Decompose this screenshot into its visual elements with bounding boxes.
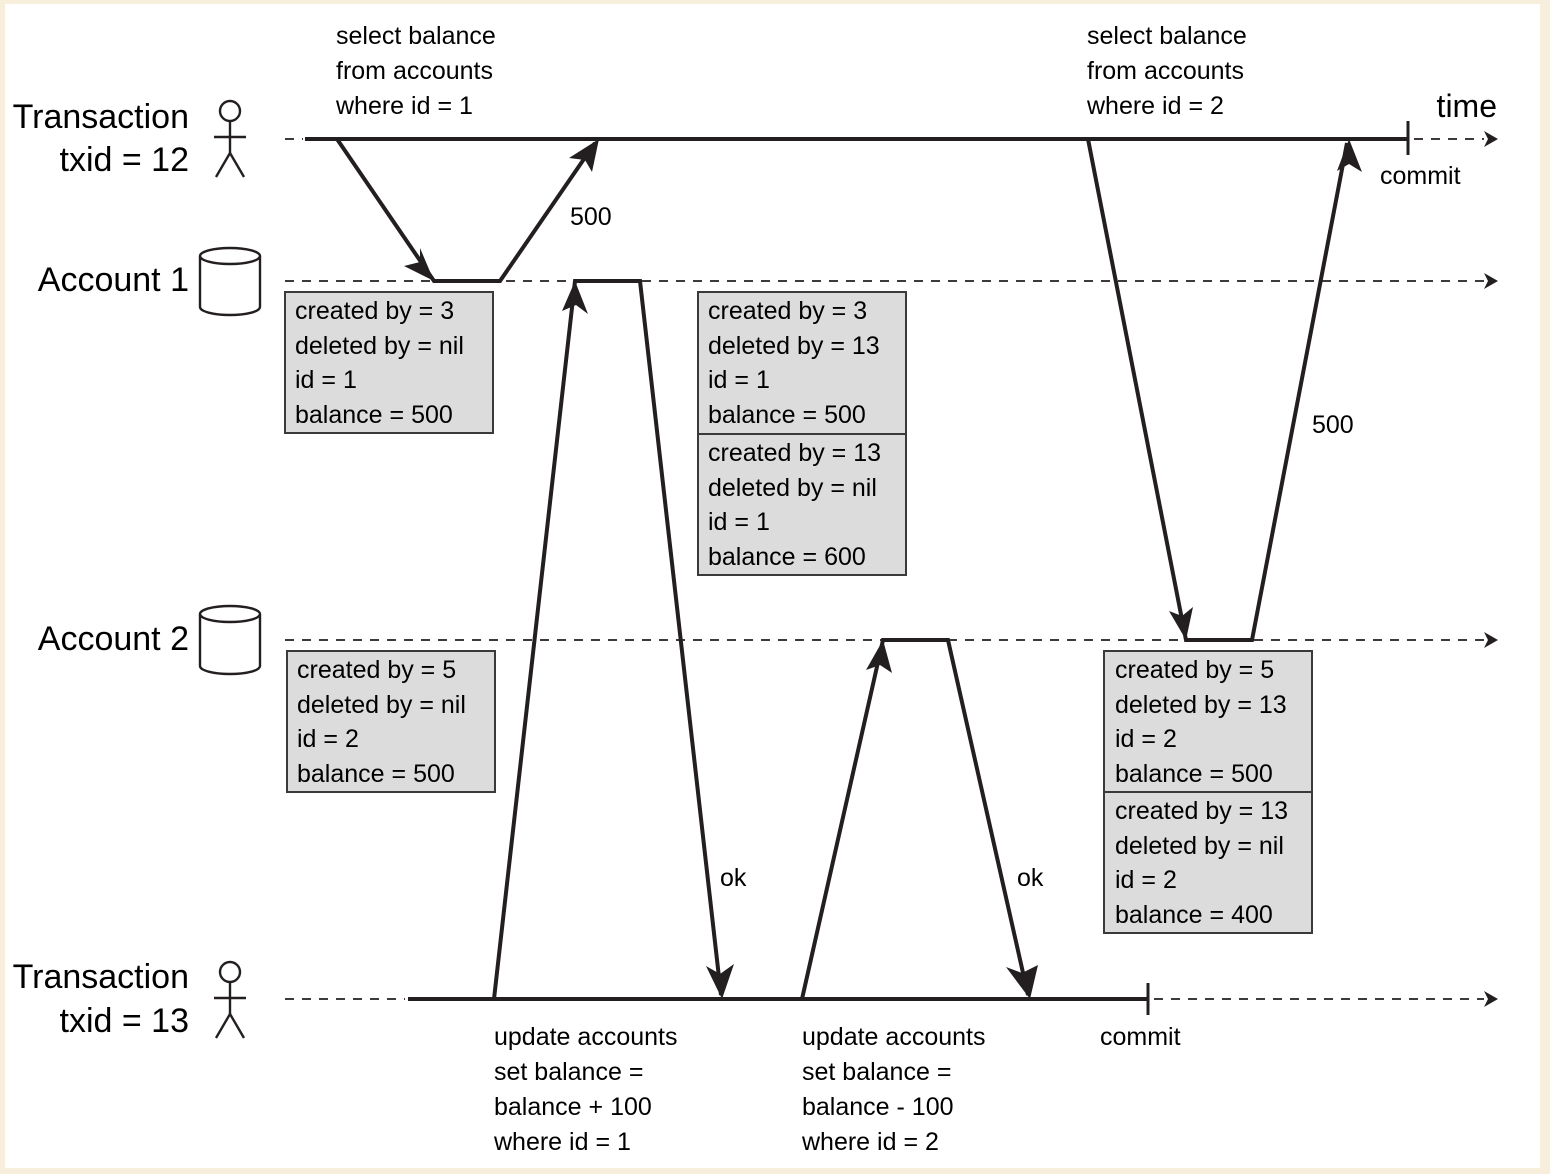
person-icon: [214, 99, 246, 178]
tx12-read-account1-path: [335, 137, 599, 283]
record-box-account1-v3: created by = 13 deleted by = nil id = 1 …: [697, 433, 907, 576]
record-field: created by = 5: [297, 656, 456, 684]
record-field: id = 2: [297, 725, 359, 753]
tx12-read-account2-path: [1086, 138, 1362, 642]
response-label: 500: [1312, 411, 1354, 439]
query-line: update accounts: [494, 1023, 677, 1051]
time-arrow-icon: [1484, 632, 1498, 648]
query-text-tx13-q2: update accounts set balance = balance - …: [801, 1023, 985, 1156]
query-text-tx12-q2: select balance from accounts where id = …: [1086, 22, 1247, 120]
tx13-timeline: [285, 983, 1498, 1015]
tx12-label-line1: Transaction: [13, 98, 189, 136]
time-arrow-icon: [1484, 273, 1498, 289]
record-box-account1-v2: created by = 3 deleted by = 13 id = 1 ba…: [697, 291, 907, 435]
record-field: deleted by = 13: [1115, 691, 1287, 719]
tx12-timeline: [285, 121, 1498, 155]
commit-label: commit: [1380, 162, 1461, 190]
tx12-label-line2: txid = 12: [60, 141, 189, 179]
diagram-canvas: Transaction txid = 12 Account 1 Account …: [5, 4, 1540, 1168]
query-text-tx13-q1: update accounts set balance = balance + …: [493, 1023, 677, 1156]
record-field: balance = 500: [708, 401, 866, 429]
tx13-label-line2: txid = 13: [60, 1002, 189, 1040]
record-field: balance = 500: [297, 760, 455, 788]
response-label: ok: [720, 864, 747, 892]
commit-label: commit: [1100, 1023, 1181, 1051]
query-line: from accounts: [1087, 57, 1244, 85]
response-label: 500: [570, 203, 612, 231]
record-field: id = 1: [295, 366, 357, 394]
query-line: from accounts: [336, 57, 493, 85]
time-arrow-icon: [1484, 131, 1498, 147]
query-text-tx12-q1: select balance from accounts where id = …: [335, 22, 496, 120]
record-field: deleted by = nil: [1115, 832, 1284, 860]
record-field: balance = 500: [1115, 760, 1273, 788]
record-field: deleted by = 13: [708, 332, 880, 360]
record-box-account2-v1: created by = 5 deleted by = nil id = 2 b…: [286, 650, 496, 793]
response-label: ok: [1017, 864, 1044, 892]
record-field: id = 2: [1115, 725, 1177, 753]
mvcc-sequence-diagram: Transaction txid = 12 Account 1 Account …: [13, 22, 1498, 1156]
record-field: created by = 3: [708, 297, 867, 325]
record-field: created by = 5: [1115, 656, 1274, 684]
record-field: id = 2: [1115, 866, 1177, 894]
query-line: select balance: [1087, 22, 1247, 50]
query-line: update accounts: [802, 1023, 985, 1051]
query-line: where id = 1: [335, 92, 473, 120]
time-arrow-icon: [1484, 991, 1498, 1007]
query-line: where id = 2: [801, 1128, 939, 1156]
record-field: id = 1: [708, 508, 770, 536]
query-line: where id = 1: [493, 1128, 631, 1156]
query-line: balance + 100: [494, 1093, 652, 1121]
record-field: created by = 3: [295, 297, 454, 325]
query-line: set balance =: [802, 1058, 951, 1086]
database-cylinder-icon: [198, 604, 262, 676]
record-box-account2-v3: created by = 13 deleted by = nil id = 2 …: [1103, 791, 1313, 934]
record-box-account1-v1: created by = 3 deleted by = nil id = 1 b…: [284, 291, 494, 434]
query-line: where id = 2: [1086, 92, 1224, 120]
time-axis-label: time: [1437, 88, 1497, 124]
record-field: id = 1: [708, 366, 770, 394]
tx13-label-line1: Transaction: [13, 958, 189, 996]
record-field: deleted by = nil: [708, 474, 877, 502]
query-line: select balance: [336, 22, 496, 50]
account1-label: Account 1: [38, 261, 189, 299]
query-line: balance - 100: [802, 1093, 954, 1121]
record-field: balance = 400: [1115, 901, 1273, 929]
person-icon: [214, 960, 246, 1039]
database-cylinder-icon: [198, 246, 262, 317]
account2-label: Account 2: [38, 620, 189, 658]
record-field: deleted by = nil: [297, 691, 466, 719]
record-field: balance = 500: [295, 401, 453, 429]
record-box-account2-v2: created by = 5 deleted by = 13 id = 2 ba…: [1103, 650, 1313, 793]
tx13-update-account2-path: [800, 638, 1038, 1000]
record-field: created by = 13: [1115, 797, 1288, 825]
record-field: created by = 13: [708, 439, 881, 467]
query-line: set balance =: [494, 1058, 643, 1086]
record-field: balance = 600: [708, 543, 866, 571]
record-field: deleted by = nil: [295, 332, 464, 360]
